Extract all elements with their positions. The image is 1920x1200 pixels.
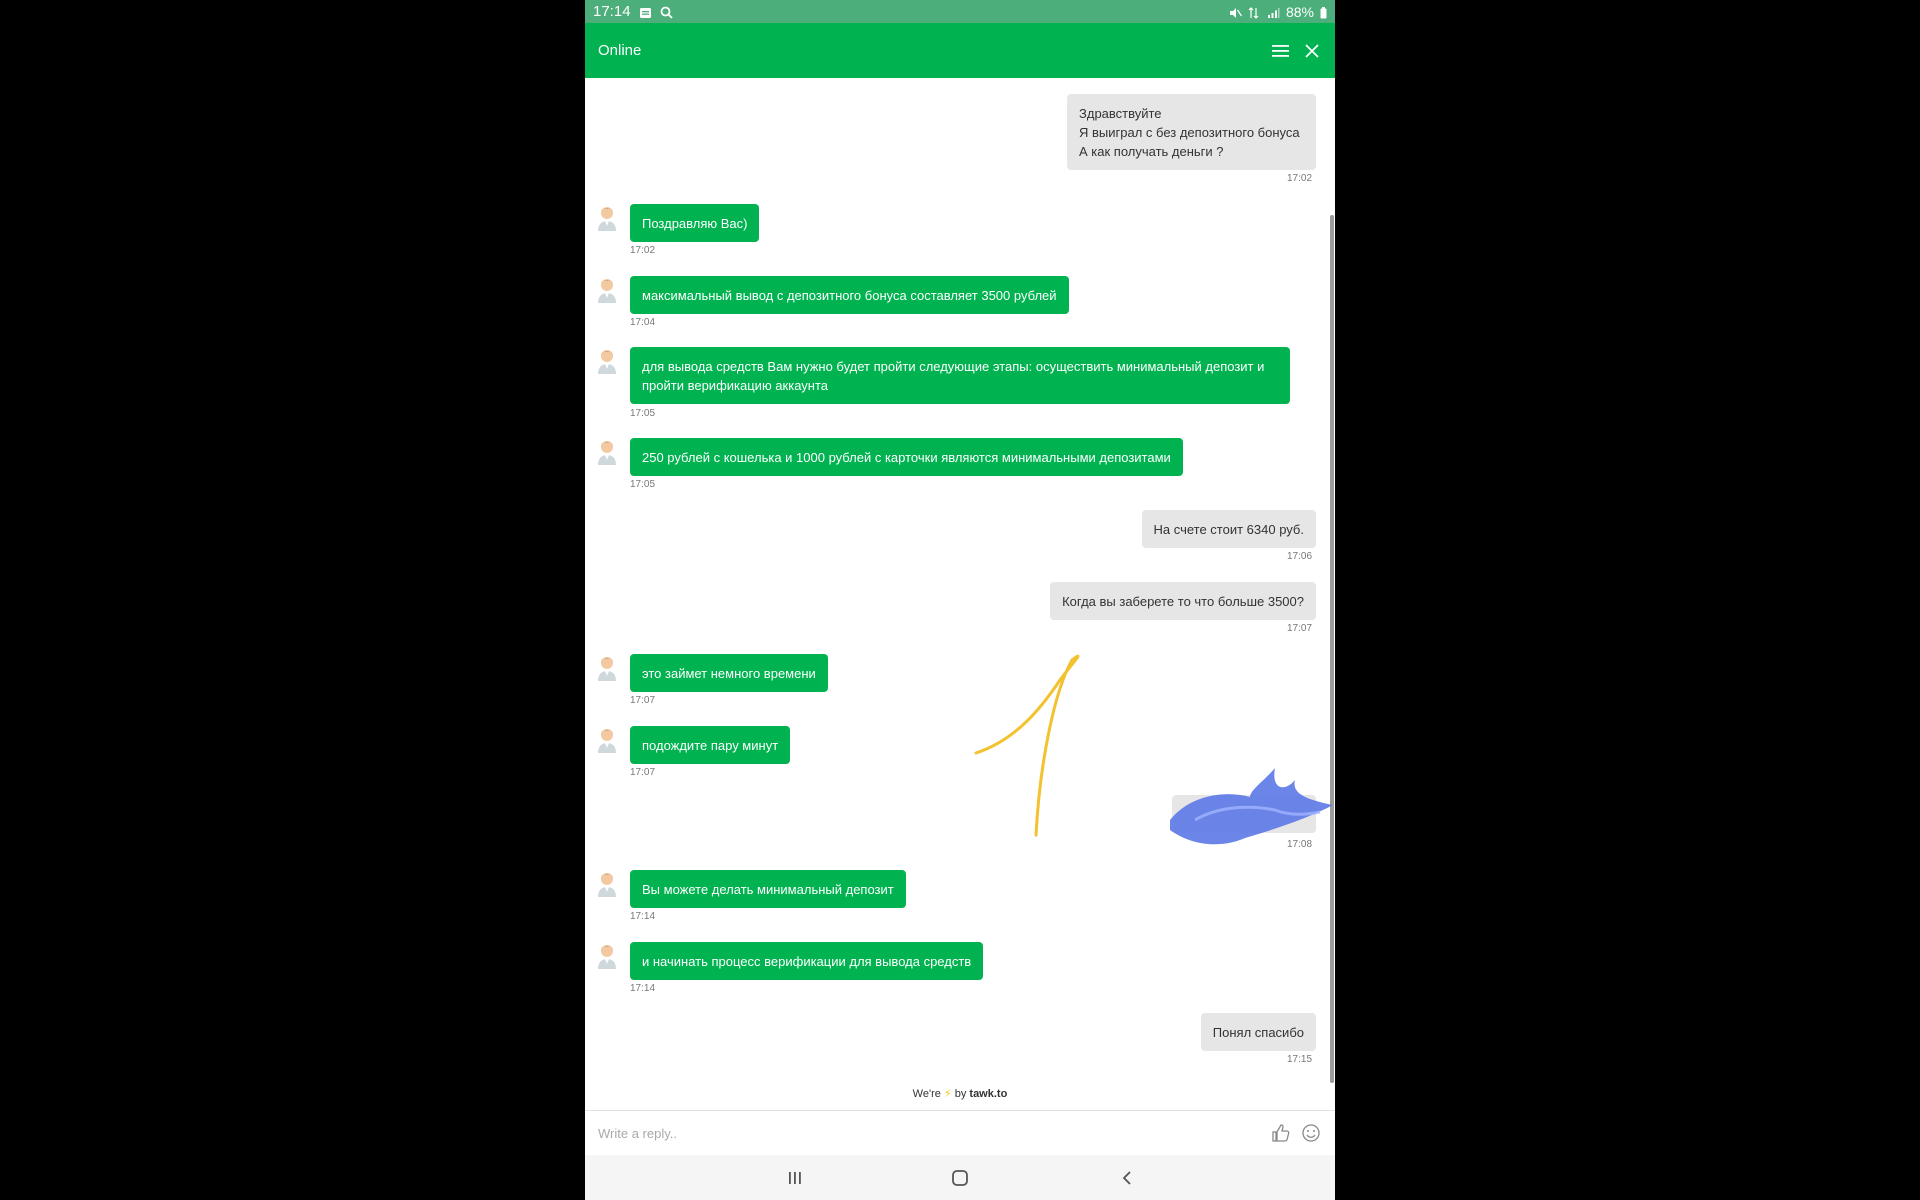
agent-avatar <box>595 943 619 969</box>
agent-avatar <box>595 871 619 897</box>
agent-message: это займет немного времени <box>630 654 828 692</box>
message-line: На счете стоит 6340 руб. <box>1153 521 1305 537</box>
visitor-message: Здравствуйте Я выиграл с без депозитного… <box>1067 94 1316 170</box>
chat-status-title: Online <box>598 42 642 59</box>
message-line: А как получать деньги ? <box>1079 143 1224 159</box>
battery-level: 88% <box>1285 3 1314 20</box>
network-icon <box>1248 6 1261 19</box>
lightning-icon: ⚡ <box>943 1088 952 1100</box>
home-icon[interactable] <box>945 1163 975 1193</box>
agent-message: и начинать процесс верификации для вывод… <box>630 942 984 980</box>
message-line: Поздравляю Вас) <box>642 215 748 231</box>
message-line: подождите пару минут <box>642 737 779 753</box>
message-time: 17:07 <box>630 695 656 706</box>
mute-icon <box>1229 6 1243 18</box>
message-time: 17:02 <box>1287 173 1313 184</box>
message-time: 17:08 <box>1287 839 1313 850</box>
message-time: 17:05 <box>630 408 656 419</box>
message-time: 17:05 <box>630 479 656 490</box>
agent-message: для вывода средств Вам нужно будет пройт… <box>630 347 1290 404</box>
message-line: Когда вы заберете то что больше 3500? <box>1062 593 1304 609</box>
tawk-brand-link[interactable]: tawk.to <box>969 1088 1007 1100</box>
message-line: для вывода средств Вам нужно будет пройт… <box>642 358 1265 374</box>
message-time: 17:15 <box>1287 1054 1313 1065</box>
scrollbar[interactable] <box>1330 215 1334 1083</box>
agent-avatar <box>595 655 619 681</box>
back-icon[interactable] <box>1112 1163 1142 1193</box>
message-time: 17:07 <box>1287 623 1313 634</box>
visitor-message: Понял спасибо <box>1200 1013 1316 1051</box>
agent-avatar <box>595 439 619 465</box>
message-time: 17:14 <box>630 983 656 994</box>
agent-avatar <box>595 277 619 303</box>
status-time: 17:14 <box>593 3 631 20</box>
visitor-message <box>1172 795 1316 833</box>
visitor-message: На счете стоит 6340 руб. <box>1141 510 1316 548</box>
agent-avatar <box>595 348 619 374</box>
message-time: 17:07 <box>630 767 656 778</box>
message-time: 17:02 <box>630 245 656 256</box>
message-line: Понял спасибо <box>1212 1024 1304 1040</box>
reply-input[interactable] <box>598 1125 1262 1141</box>
agent-message: максимальный вывод с депозитного бонуса … <box>630 276 1069 314</box>
emoji-icon[interactable] <box>1300 1122 1322 1144</box>
menu-icon[interactable] <box>1270 41 1290 61</box>
phone-screen: 17:14 88% Online Здравствуйте Я выиграл … <box>585 0 1335 1200</box>
chat-header: Online <box>585 23 1335 78</box>
message-time: 17:06 <box>1287 551 1313 562</box>
agent-message: подождите пару минут <box>630 726 791 764</box>
message-line: Вы можете делать минимальный депозит <box>642 881 894 897</box>
search-icon <box>660 6 673 19</box>
thumbs-up-icon[interactable] <box>1270 1122 1292 1144</box>
agent-avatar <box>595 205 619 231</box>
message-line: Здравствуйте <box>1079 105 1162 121</box>
close-icon[interactable] <box>1302 41 1322 61</box>
powered-by: We're ⚡ by tawk.to <box>912 1088 1008 1100</box>
recent-apps-icon[interactable] <box>780 1163 810 1193</box>
agent-avatar <box>595 727 619 753</box>
signal-icon <box>1267 6 1280 18</box>
notification-icon <box>639 6 652 18</box>
message-time: 17:04 <box>630 317 656 328</box>
message-line: пройти верификацию аккаунта <box>642 377 828 393</box>
message-line: Я выиграл с без депозитного бонуса <box>1079 124 1300 140</box>
navigation-bar <box>585 1155 1335 1200</box>
status-bar: 17:14 88% <box>585 0 1335 23</box>
message-line: это займет немного времени <box>642 665 816 681</box>
reply-bar <box>585 1110 1335 1155</box>
agent-message: 250 рублей с кошелька и 1000 рублей с ка… <box>630 438 1183 476</box>
message-list[interactable]: Здравствуйте Я выиграл с без депозитного… <box>585 78 1335 1078</box>
battery-icon <box>1320 6 1327 18</box>
message-line: 250 рублей с кошелька и 1000 рублей с ка… <box>642 449 1171 465</box>
agent-message: Поздравляю Вас) <box>630 204 760 242</box>
message-line: и начинать процесс верификации для вывод… <box>642 953 972 969</box>
agent-message: Вы можете делать минимальный депозит <box>630 870 906 908</box>
message-time: 17:14 <box>630 911 656 922</box>
message-line: максимальный вывод с депозитного бонуса … <box>642 287 1057 303</box>
visitor-message: Когда вы заберете то что больше 3500? <box>1050 582 1316 620</box>
